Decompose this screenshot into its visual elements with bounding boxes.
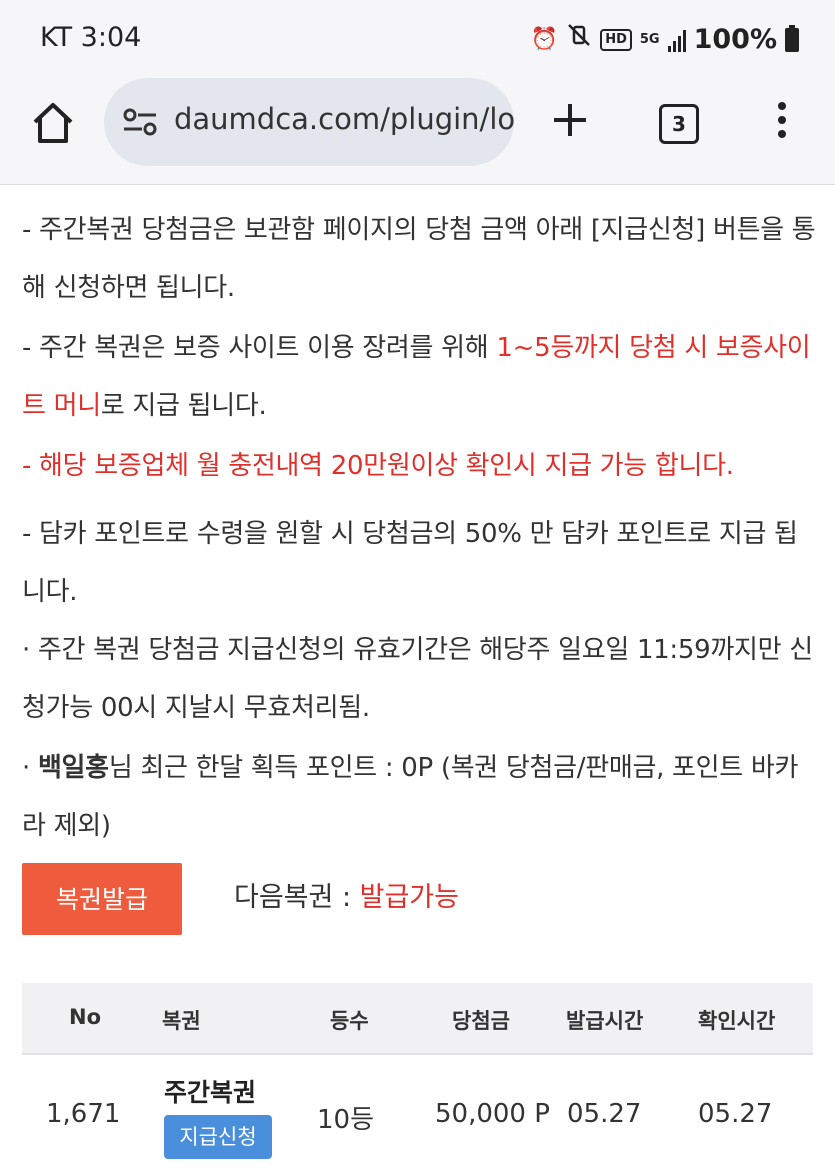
- table-header: No 복권 등수 당첨금 발급시간 확인시간: [22, 983, 813, 1055]
- notice-text: - 담카 포인트로 수령을 원할 시 당첨금의 50% 만 담카 포인트로 지급…: [22, 519, 798, 607]
- notice-payout-type: - 주간 복권은 보증 사이트 이용 장려를 위해 1~5등까지 당첨 시 보증…: [22, 319, 817, 435]
- notice-deposit-condition: - 해당 보증업체 월 충전내역 20만원이상 확인시 지급 가능 합니다.: [22, 437, 817, 495]
- user-points-summary: · 백일홍님 최근 한달 획득 포인트 : 0P (복권 당첨금/판매금, 포인…: [22, 739, 817, 855]
- user-name: 백일홍: [37, 753, 109, 783]
- next-ticket-label: 다음복권 :: [234, 882, 360, 913]
- notice-validity: · 주간 복권 당첨금 지급신청의 유효기간은 해당주 일요일 11:59까지만…: [22, 621, 817, 737]
- notice-highlight: - 해당 보증업체 월 충전내역 20만원이상 확인시 지급 가능 합니다.: [22, 451, 734, 481]
- issue-ticket-button[interactable]: 복권발급: [22, 863, 182, 935]
- cell-checked-time: 05.27: [698, 1099, 773, 1129]
- column-header-prize: 당첨금: [452, 1009, 510, 1033]
- notice-text: · 주간 복권 당첨금 지급신청의 유효기간은 해당주 일요일 11:59까지만…: [22, 635, 813, 723]
- notice-text: - 주간복권 당첨금은 보관함 페이지의 당첨 금액 아래 [지급신청] 버튼을…: [22, 215, 816, 303]
- browser-toolbar: daumdca.com/plugin/lo 3: [0, 78, 835, 185]
- status-icons: ⏰ HD 5G 100%: [531, 22, 799, 57]
- battery-percent: 100%: [693, 24, 777, 55]
- battery-icon: [785, 24, 799, 52]
- cell-rank: 10등: [317, 1105, 375, 1135]
- claim-prize-button[interactable]: 지급신청: [164, 1115, 272, 1159]
- column-header-no: No: [69, 1005, 102, 1029]
- cell-prize: 50,000 P: [435, 1099, 550, 1129]
- alarm-icon: ⏰: [530, 26, 559, 52]
- notice-point-option: - 담카 포인트로 수령을 원할 시 당첨금의 50% 만 담카 포인트로 지급…: [22, 505, 817, 621]
- cell-ticket-name: 주간복권: [164, 1078, 257, 1107]
- next-ticket-value: 발급가능: [359, 882, 459, 913]
- more-menu-icon[interactable]: [770, 98, 794, 146]
- cell-no: 1,671: [46, 1099, 121, 1129]
- notice-text: - 주간 복권은 보증 사이트 이용 장려를 위해: [22, 333, 497, 363]
- signal-icon: [667, 28, 686, 52]
- table-row: 1,671 주간복권 지급신청 10등 50,000 P 05.27 05.27: [22, 1055, 813, 1175]
- network-5g-icon: 5G: [639, 31, 660, 47]
- notice-claim-method: - 주간복권 당첨금은 보관함 페이지의 당첨 금액 아래 [지급신청] 버튼을…: [22, 201, 817, 317]
- home-icon[interactable]: [30, 100, 76, 146]
- status-bar: KT 3:04 ⏰ HD 5G 100%: [0, 0, 835, 78]
- url-text[interactable]: daumdca.com/plugin/lo: [174, 102, 514, 136]
- notice-text: 로 지급 됩니다.: [100, 391, 267, 421]
- vibrate-mute-icon: [566, 22, 592, 57]
- bullet: ·: [22, 753, 38, 783]
- address-bar[interactable]: daumdca.com/plugin/lo: [104, 78, 514, 166]
- column-header-ticket: 복권: [162, 1009, 201, 1033]
- column-header-issued: 발급시간: [566, 1009, 644, 1033]
- points-text: 님 최근 한달 획득 포인트 : 0P (복권 당첨금/판매금, 포인트 바카라…: [22, 753, 799, 841]
- carrier-time: KT 3:04: [40, 22, 142, 53]
- next-ticket-status: 다음복권 : 발급가능: [234, 875, 459, 914]
- cell-issued-time: 05.27: [567, 1099, 642, 1129]
- site-settings-icon[interactable]: [122, 108, 158, 136]
- hd-voice-icon: HD: [600, 28, 632, 51]
- column-header-checked: 확인시간: [698, 1009, 776, 1033]
- tab-switcher-button[interactable]: 3: [659, 104, 699, 144]
- column-header-rank: 등수: [330, 1009, 369, 1033]
- new-tab-icon[interactable]: [548, 98, 592, 142]
